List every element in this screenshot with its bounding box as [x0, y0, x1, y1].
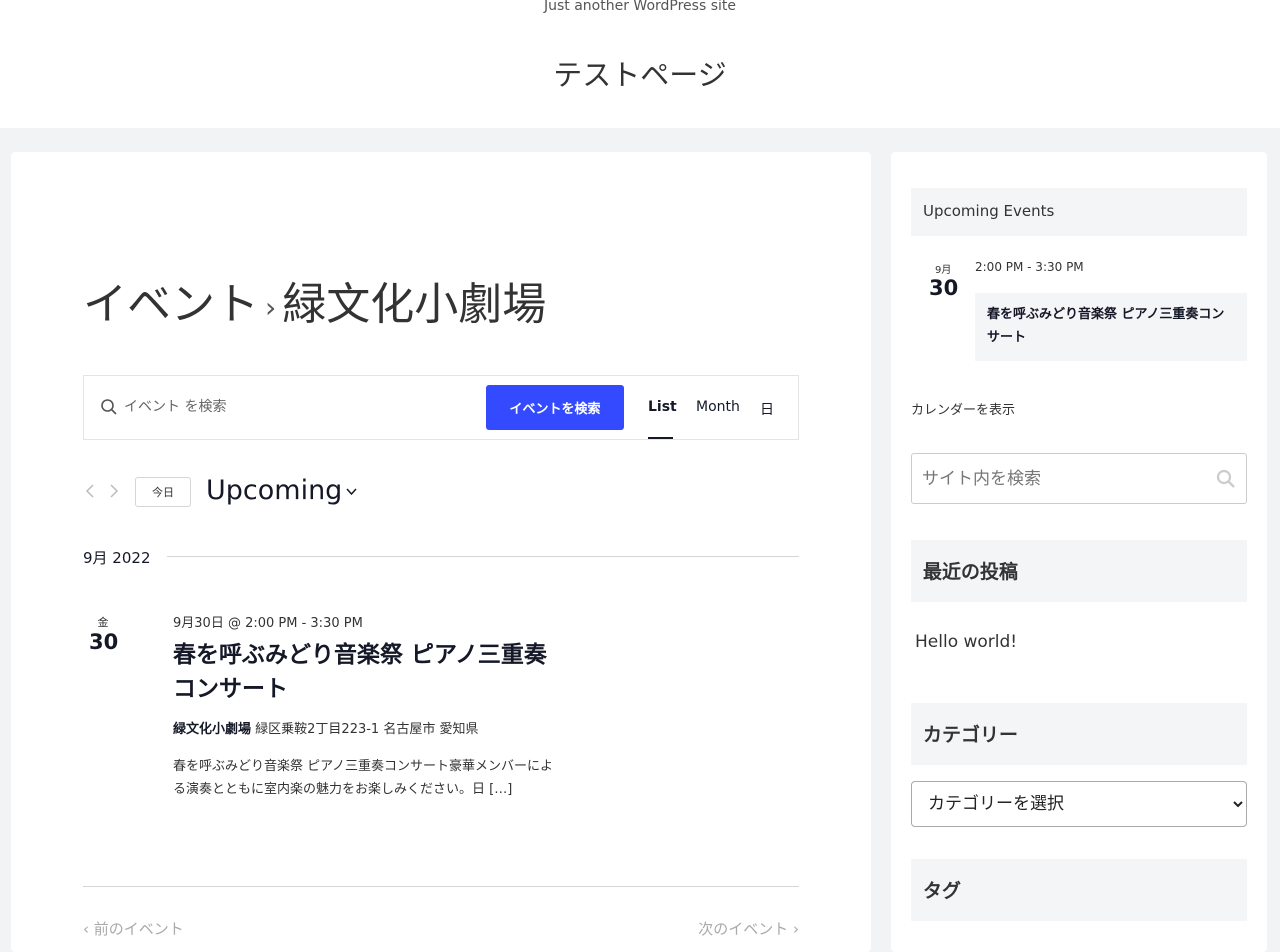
site-search-input[interactable]	[922, 464, 1202, 494]
event-venue-address: 緑区乗鞍2丁目223-1 名古屋市 愛知県	[255, 722, 479, 737]
active-view-indicator	[648, 437, 673, 439]
prev-events-label: 前のイベント	[93, 920, 184, 938]
today-button[interactable]: 今日	[135, 477, 191, 507]
view-list-tab[interactable]: List	[648, 399, 677, 415]
event-datetime: 9月30日 @ 2:00 PM - 3:30 PM	[173, 616, 363, 631]
event-search-button[interactable]: イベントを検索	[486, 385, 624, 430]
breadcrumb-current: 緑文化小劇場	[282, 279, 547, 330]
page-title: イベント › 緑文化小劇場	[83, 268, 546, 332]
chevron-left-icon[interactable]	[83, 483, 97, 499]
widget-event-month: 9月	[935, 265, 952, 276]
site-tagline: Just another WordPress site	[543, 0, 736, 14]
event-venue-name: 緑文化小劇場	[173, 722, 252, 737]
view-day-tab[interactable]: 日	[760, 399, 774, 419]
view-calendar-link[interactable]: カレンダーを表示	[911, 399, 1015, 418]
widget-event-time: 2:00 PM - 3:30 PM	[975, 260, 1084, 274]
month-separator: 9月 2022	[83, 547, 799, 568]
upcoming-label: Upcoming	[206, 475, 343, 506]
event-search-input[interactable]	[124, 392, 474, 422]
widget-event-title[interactable]: 春を呼ぶみどり音楽祭 ピアノ三重奏コンサート	[975, 293, 1247, 361]
chevron-right-icon[interactable]	[107, 483, 121, 499]
date-nav: 今日 Upcoming	[83, 475, 483, 507]
breadcrumb-parent[interactable]: イベント	[83, 279, 259, 330]
sidebar: Upcoming Events 9月 30 2:00 PM - 3:30 PM …	[891, 152, 1267, 952]
recent-post-link[interactable]: Hello world!	[915, 632, 1017, 652]
month-label: 9月 2022	[83, 547, 151, 568]
bottom-divider	[83, 886, 799, 887]
site-title[interactable]: テストページ	[0, 52, 1280, 94]
next-events-label: 次のイベント	[698, 920, 789, 938]
prev-events-link[interactable]: ‹ 前のイベント	[83, 918, 184, 939]
recent-posts-title: 最近の投稿	[911, 540, 1247, 602]
search-icon	[101, 399, 117, 415]
site-header: Just another WordPress site テストページ	[0, 0, 1280, 128]
view-month-tab[interactable]: Month	[696, 399, 740, 415]
breadcrumb-separator: ›	[265, 290, 277, 324]
next-events-link[interactable]: 次のイベント ›	[698, 918, 799, 939]
events-bar: イベントを検索 List Month 日	[83, 375, 799, 440]
categories-title: カテゴリー	[911, 703, 1247, 765]
event-description: 春を呼ぶみどり音楽祭 ピアノ三重奏コンサート豪華メンバーによる演奏とともに室内楽…	[173, 759, 553, 797]
event-day-of-week: 金	[97, 616, 109, 629]
category-select[interactable]: カテゴリーを選択	[911, 781, 1247, 827]
main-content: イベント›緑文化小劇場 イベントを検索 List Month 日 今日 Upco…	[11, 152, 871, 952]
search-icon[interactable]	[1216, 469, 1236, 489]
event-item: 金 30 9月30日 @ 2:00 PM - 3:30 PM 春を呼ぶみどり音楽…	[83, 612, 799, 832]
site-search-box	[911, 453, 1247, 504]
event-day: 30	[89, 630, 119, 654]
event-title[interactable]: 春を呼ぶみどり音楽祭 ピアノ三重奏コンサート	[173, 638, 563, 706]
widget-event-day: 30	[929, 276, 959, 300]
chevron-down-icon	[346, 488, 357, 496]
upcoming-dropdown[interactable]: Upcoming	[206, 475, 357, 506]
month-divider	[167, 556, 799, 557]
tags-title: タグ	[911, 859, 1247, 921]
event-venue: 緑文化小劇場 緑区乗鞍2丁目223-1 名古屋市 愛知県	[173, 718, 478, 737]
upcoming-events-title: Upcoming Events	[911, 188, 1247, 236]
